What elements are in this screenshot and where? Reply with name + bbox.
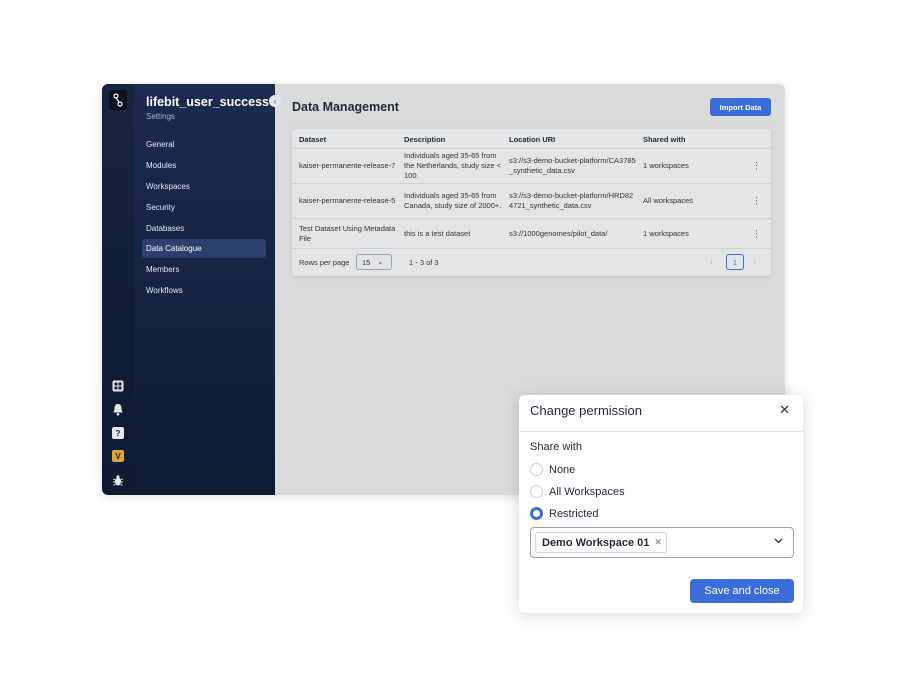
sidebar-item-workspaces[interactable]: Workspaces bbox=[142, 177, 266, 196]
close-icon[interactable]: ✕ bbox=[779, 402, 790, 418]
dataset-shared: 1 workspaces bbox=[643, 161, 689, 170]
prev-page-icon[interactable]: ‹ bbox=[710, 257, 713, 267]
table-row[interactable]: kaiser-permanente-release-7 Individuals … bbox=[292, 149, 771, 184]
sidebar-item-workflows[interactable]: Workflows bbox=[142, 281, 266, 300]
share-with-label: Share with bbox=[530, 441, 582, 453]
dataset-description: Individuals aged 35-65 from Canada, stud… bbox=[404, 191, 502, 210]
dataset-name: Test Dataset Using Metadata File bbox=[299, 223, 396, 243]
dataset-name: kaiser-permanente-release-7 bbox=[299, 161, 396, 170]
radio-button[interactable] bbox=[530, 507, 543, 520]
workspace-chip: Demo Workspace 01 ✕ bbox=[535, 532, 667, 553]
lifebit-logo[interactable] bbox=[109, 90, 127, 110]
next-page-icon[interactable]: › bbox=[753, 257, 756, 267]
settings-sidebar: lifebit_user_success Settings ‹ General … bbox=[134, 84, 281, 495]
radio-option-none[interactable]: None bbox=[530, 463, 575, 476]
rows-per-page-label: Rows per page bbox=[299, 258, 350, 267]
table-row[interactable]: kaiser-permanente-release-5 Individuals … bbox=[292, 184, 771, 219]
rows-per-page-select[interactable]: 15 ⌄ bbox=[356, 254, 392, 270]
column-header-shared[interactable]: Shared with bbox=[643, 135, 686, 144]
sidebar-item-members[interactable]: Members bbox=[142, 260, 266, 279]
radio-button[interactable] bbox=[530, 463, 543, 476]
org-name: lifebit_user_success bbox=[146, 95, 269, 109]
dataset-description: this is a test dataset bbox=[404, 228, 471, 238]
user-avatar-icon[interactable]: V bbox=[111, 449, 125, 463]
import-data-button[interactable]: Import Data bbox=[710, 98, 771, 116]
dataset-shared: 1 workspaces bbox=[643, 228, 689, 238]
settings-nav: General Modules Workspaces Security Data… bbox=[142, 135, 266, 302]
page-button[interactable]: 1 bbox=[726, 254, 744, 270]
datasets-table: Dataset Description Location URI Shared … bbox=[292, 129, 771, 276]
column-header-dataset[interactable]: Dataset bbox=[299, 135, 326, 144]
apps-grid-icon[interactable] bbox=[111, 379, 125, 393]
bug-icon[interactable] bbox=[111, 473, 125, 487]
change-permission-dialog: Change permission ✕ Share with None All … bbox=[519, 395, 803, 613]
column-header-description[interactable]: Description bbox=[404, 135, 445, 144]
icon-rail: ? V bbox=[102, 84, 134, 495]
rows-per-page-value: 15 bbox=[362, 257, 371, 267]
table-header: Dataset Description Location URI Shared … bbox=[292, 129, 771, 149]
workspace-select[interactable]: Demo Workspace 01 ✕ bbox=[530, 527, 794, 558]
chip-label: Demo Workspace 01 bbox=[542, 536, 650, 549]
row-menu-icon[interactable]: ⋮ bbox=[752, 228, 761, 239]
sidebar-item-general[interactable]: General bbox=[142, 135, 266, 154]
bell-icon[interactable] bbox=[111, 402, 125, 416]
radio-label: None bbox=[549, 463, 576, 476]
page-title: Data Management bbox=[292, 100, 399, 114]
radio-label: All Workspaces bbox=[549, 485, 625, 498]
sidebar-item-security[interactable]: Security bbox=[142, 198, 266, 217]
pagination-range: 1 - 3 of 3 bbox=[409, 258, 439, 267]
dialog-title: Change permission bbox=[530, 403, 643, 418]
dataset-description: Individuals aged 35-65 from the Netherla… bbox=[404, 151, 501, 180]
row-menu-icon[interactable]: ⋮ bbox=[752, 196, 761, 207]
chevron-down-icon: ⌄ bbox=[377, 259, 384, 266]
avatar-letter: V bbox=[112, 450, 124, 462]
table-row[interactable]: Test Dataset Using Metadata File this is… bbox=[292, 219, 771, 249]
dataset-shared: All workspaces bbox=[643, 196, 694, 205]
sidebar-item-modules[interactable]: Modules bbox=[142, 156, 266, 175]
column-header-location[interactable]: Location URI bbox=[509, 135, 555, 144]
collapse-sidebar-icon[interactable]: ‹ bbox=[269, 95, 281, 107]
dataset-location: s3://1000genomes/pilot_data/ bbox=[509, 228, 608, 238]
dataset-location: s3://s3-demo-bucket-platform/HRD824721_s… bbox=[509, 191, 634, 210]
sidebar-item-data-catalogue[interactable]: Data Catalogue bbox=[142, 239, 266, 259]
org-subtitle: Settings bbox=[146, 112, 175, 121]
dataset-location: s3://s3-demo-bucket-platform/CA3785_synt… bbox=[509, 156, 636, 175]
dataset-name: kaiser-permanente-release-5 bbox=[299, 196, 396, 205]
sidebar-item-databases[interactable]: Databases bbox=[142, 219, 266, 238]
chevron-down-icon[interactable] bbox=[774, 536, 783, 547]
radio-label: Restricted bbox=[549, 507, 599, 520]
dialog-divider bbox=[519, 431, 803, 432]
radio-button[interactable] bbox=[530, 485, 543, 498]
help-glyph: ? bbox=[112, 427, 124, 439]
radio-option-all-workspaces[interactable]: All Workspaces bbox=[530, 485, 625, 498]
row-menu-icon[interactable]: ⋮ bbox=[752, 161, 761, 172]
save-and-close-button[interactable]: Save and close bbox=[690, 579, 794, 603]
table-pagination: Rows per page 15 ⌄ 1 - 3 of 3 ‹ 1 › bbox=[292, 254, 771, 274]
help-icon[interactable]: ? bbox=[111, 426, 125, 440]
remove-chip-icon[interactable]: ✕ bbox=[654, 537, 662, 548]
radio-option-restricted[interactable]: Restricted bbox=[530, 507, 599, 520]
